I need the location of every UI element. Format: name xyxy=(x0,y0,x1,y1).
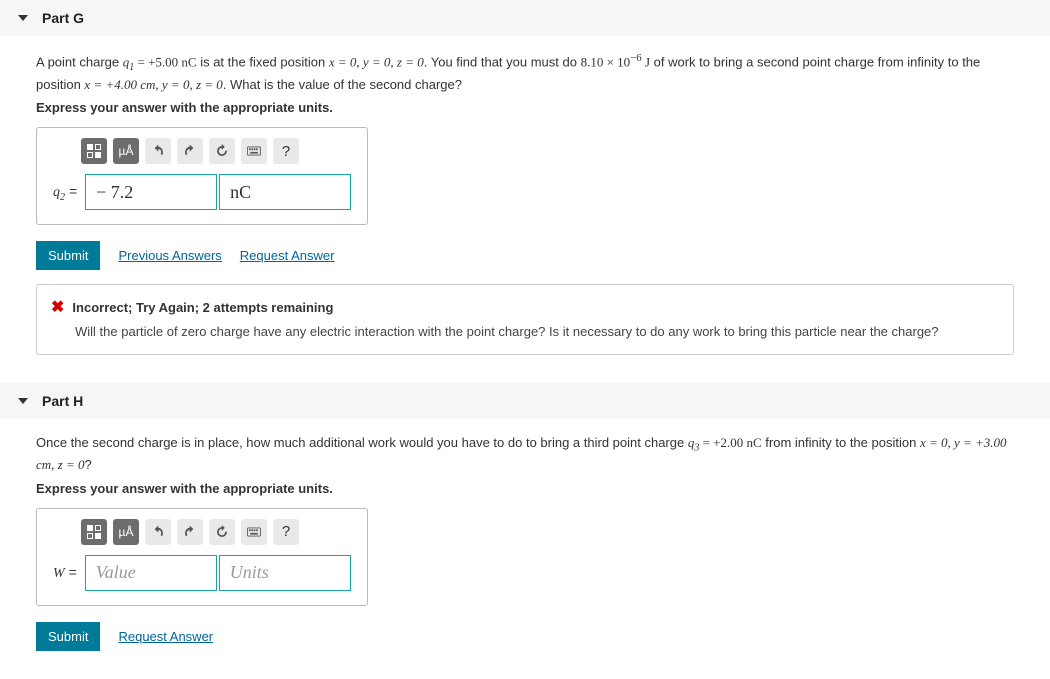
value-input[interactable]: − 7.2 xyxy=(85,174,217,210)
reset-button[interactable] xyxy=(209,519,235,545)
answer-box: µÅ ? q2 = − 7.2 xyxy=(36,127,368,225)
units-button[interactable]: µÅ xyxy=(113,138,139,164)
feedback-message: Will the particle of zero charge have an… xyxy=(75,323,999,341)
feedback-box: ✖ Incorrect; Try Again; 2 attempts remai… xyxy=(36,284,1014,354)
request-answer-link[interactable]: Request Answer xyxy=(118,629,213,644)
answer-toolbar: µÅ ? xyxy=(81,519,351,545)
answer-box: µÅ ? W = Value xyxy=(36,508,368,606)
units-input[interactable]: Units xyxy=(219,555,351,591)
part-title: Part H xyxy=(42,393,83,409)
undo-button[interactable] xyxy=(145,519,171,545)
templates-button[interactable] xyxy=(81,138,107,164)
reset-icon xyxy=(215,144,229,158)
reset-button[interactable] xyxy=(209,138,235,164)
answer-instruction: Express your answer with the appropriate… xyxy=(36,100,1014,115)
part-header[interactable]: Part H xyxy=(0,383,1050,419)
answer-variable: q2 = xyxy=(53,183,77,203)
answer-instruction: Express your answer with the appropriate… xyxy=(36,481,1014,496)
keyboard-icon xyxy=(247,144,261,158)
keyboard-button[interactable] xyxy=(241,138,267,164)
reset-icon xyxy=(215,525,229,539)
answer-variable: W = xyxy=(53,564,77,582)
submit-button[interactable]: Submit xyxy=(36,622,100,651)
part-g: Part G A point charge q1 = +5.00 nC is a… xyxy=(0,0,1050,363)
collapse-caret-icon xyxy=(18,398,28,404)
units-button[interactable]: µÅ xyxy=(113,519,139,545)
incorrect-icon: ✖ xyxy=(51,297,64,317)
request-answer-link[interactable]: Request Answer xyxy=(240,248,335,263)
help-button[interactable]: ? xyxy=(273,519,299,545)
feedback-title: Incorrect; Try Again; 2 attempts remaini… xyxy=(72,300,333,315)
submit-button[interactable]: Submit xyxy=(36,241,100,270)
undo-icon xyxy=(151,525,165,539)
units-input[interactable]: nC xyxy=(219,174,351,210)
redo-button[interactable] xyxy=(177,519,203,545)
part-body: A point charge q1 = +5.00 nC is at the f… xyxy=(0,36,1050,363)
undo-icon xyxy=(151,144,165,158)
part-body: Once the second charge is in place, how … xyxy=(0,419,1050,659)
question-prompt: A point charge q1 = +5.00 nC is at the f… xyxy=(36,50,1014,94)
button-row: Submit Previous Answers Request Answer xyxy=(36,241,1014,270)
part-title: Part G xyxy=(42,10,84,26)
part-header[interactable]: Part G xyxy=(0,0,1050,36)
undo-button[interactable] xyxy=(145,138,171,164)
collapse-caret-icon xyxy=(18,15,28,21)
keyboard-button[interactable] xyxy=(241,519,267,545)
question-prompt: Once the second charge is in place, how … xyxy=(36,433,1014,475)
redo-button[interactable] xyxy=(177,138,203,164)
previous-answers-link[interactable]: Previous Answers xyxy=(118,248,221,263)
help-button[interactable]: ? xyxy=(273,138,299,164)
answer-toolbar: µÅ ? xyxy=(81,138,351,164)
keyboard-icon xyxy=(247,525,261,539)
part-h: Part H Once the second charge is in plac… xyxy=(0,383,1050,659)
value-input[interactable]: Value xyxy=(85,555,217,591)
button-row: Submit Request Answer xyxy=(36,622,1014,651)
templates-button[interactable] xyxy=(81,519,107,545)
redo-icon xyxy=(183,525,197,539)
redo-icon xyxy=(183,144,197,158)
